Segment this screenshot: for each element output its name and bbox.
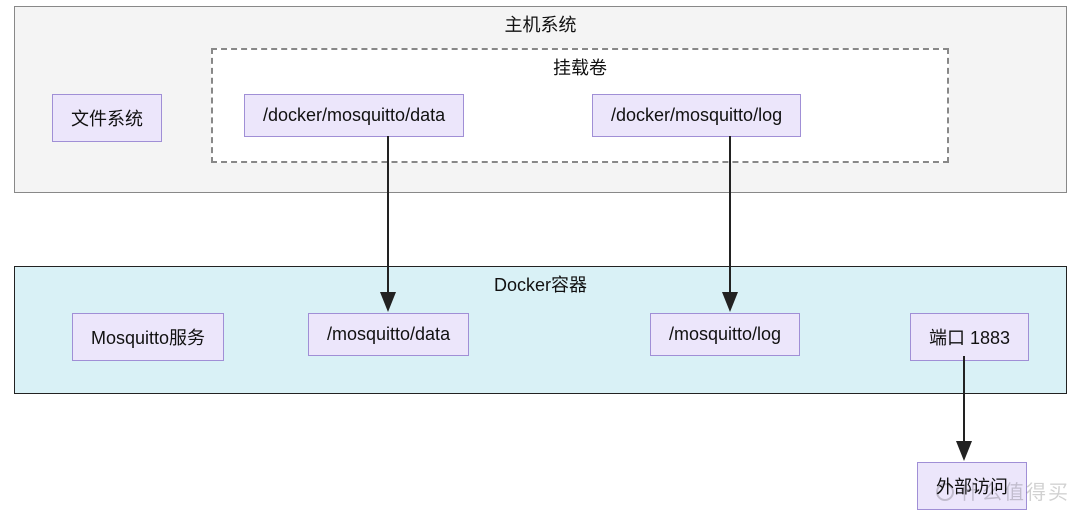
group-mount-label: 挂载卷 <box>213 54 947 80</box>
node-container-data-path: /mosquitto/data <box>308 313 469 356</box>
node-file-system: 文件系统 <box>52 94 162 142</box>
node-port-1883: 端口 1883 <box>910 313 1029 361</box>
node-host-log-path: /docker/mosquitto/log <box>592 94 801 137</box>
node-external-access: 外部访问 <box>917 462 1027 510</box>
node-container-log-path: /mosquitto/log <box>650 313 800 356</box>
group-host-label: 主机系统 <box>15 11 1066 37</box>
node-host-data-path: /docker/mosquitto/data <box>244 94 464 137</box>
node-mosquitto-service: Mosquitto服务 <box>72 313 224 361</box>
group-container-label: Docker容器 <box>15 271 1066 297</box>
